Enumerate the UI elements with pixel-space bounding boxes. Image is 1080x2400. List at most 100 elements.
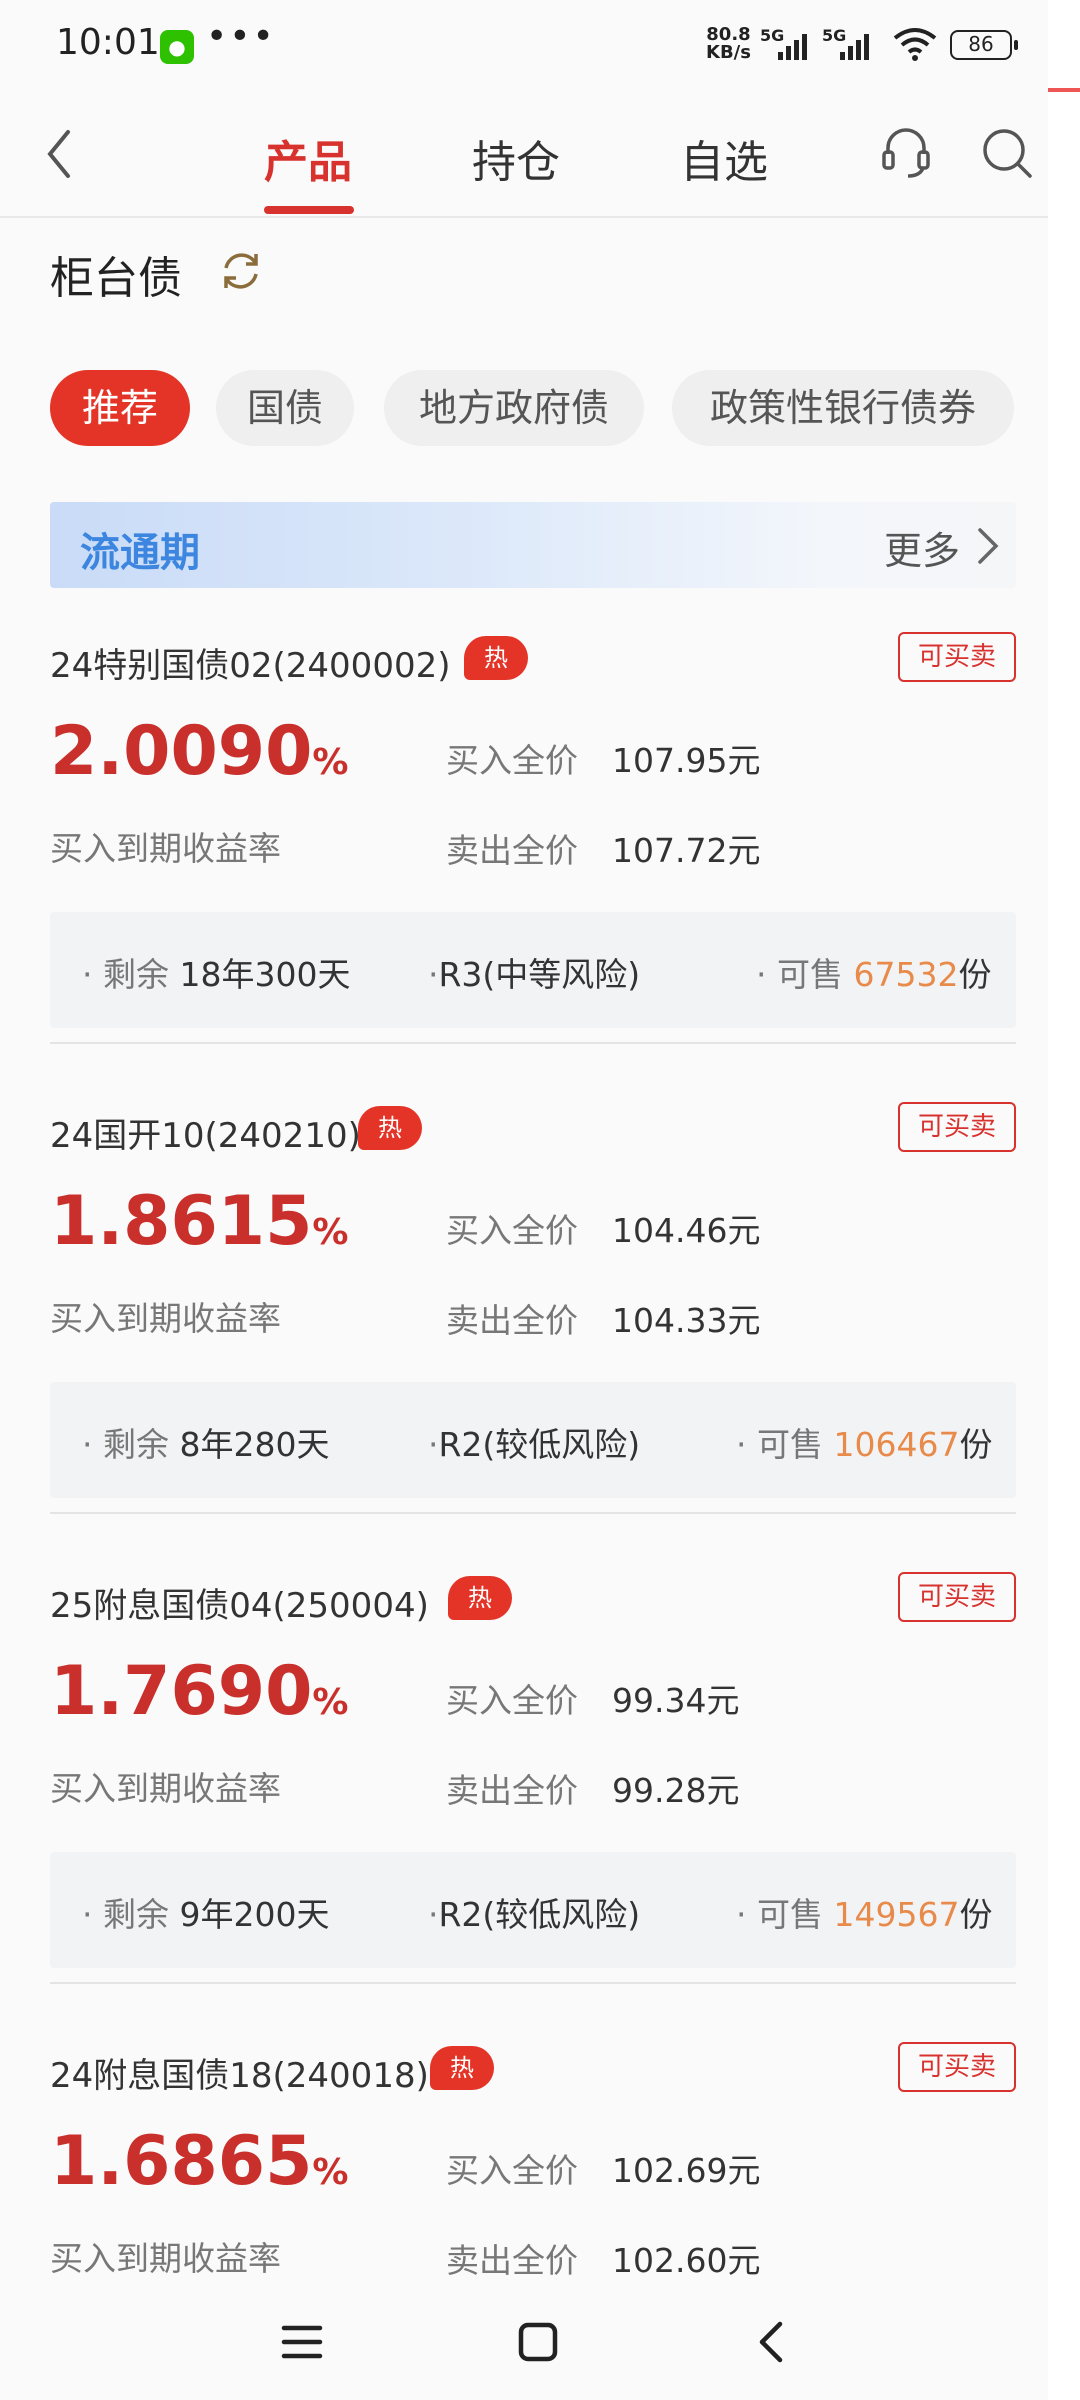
sell-price-value: 107.72元 [612, 831, 761, 870]
chip-local-gov-bond[interactable]: 地方政府债 [384, 370, 644, 446]
available-value: 67532 [853, 955, 959, 994]
active-tab-indicator [264, 206, 354, 214]
search-icon[interactable] [980, 124, 1034, 180]
chip-recommended[interactable]: 推荐 [50, 370, 190, 446]
bond-info-box: · 剩余 18年300天 ·R3(中等风险) · 可售 67532份 [50, 912, 1016, 1028]
risk-level: ·R3(中等风险) [428, 955, 641, 994]
available-amount: · 可售 67532份 [756, 955, 992, 994]
buy-price-label: 买入全价 [446, 741, 578, 780]
available-label: 可售 [776, 955, 843, 994]
bond-name: 25附息国债04(250004) [50, 1586, 429, 1626]
tradeable-badge: 可买卖 [898, 2042, 1016, 2092]
customer-service-icon[interactable] [880, 124, 932, 180]
yield-value: 1.7690% [50, 1652, 348, 1743]
buy-price-value: 99.34元 [612, 1681, 740, 1720]
hot-badge: 热 [358, 1106, 422, 1150]
yield-number: 1.6865 [50, 2122, 313, 2201]
hot-badge: 热 [464, 636, 528, 680]
available-amount: · 可售 106467份 [736, 1425, 993, 1464]
yield-percent: % [312, 2152, 349, 2193]
remaining-label: 剩余 [102, 1895, 169, 1934]
remaining-term: · 剩余 9年200天 [82, 1895, 330, 1934]
yield-percent: % [312, 1212, 349, 1253]
yield-label: 买入到期收益率 [50, 829, 281, 868]
bond-name: 24国开10(240210) [50, 1116, 361, 1156]
remaining-value: 9年200天 [179, 1895, 330, 1934]
yield-number: 1.7690 [50, 1652, 313, 1731]
buy-price-value: 107.95元 [612, 741, 761, 780]
screen: 10:01 ● ••• 80.8 KB/s 5G 5G 86 产品 持仓 自选 … [0, 0, 1048, 2400]
yield-percent: % [312, 742, 349, 783]
share-unit: 份 [959, 1895, 993, 1934]
buy-price-value: 104.46元 [612, 1211, 761, 1250]
divider [50, 1512, 1016, 1514]
remaining-term: · 剩余 18年300天 [82, 955, 351, 994]
available-label: 可售 [756, 1895, 823, 1934]
battery-icon: 86 [950, 30, 1018, 60]
refresh-icon[interactable] [216, 246, 266, 296]
page-title: 柜台债 [50, 253, 182, 304]
menu-icon[interactable] [280, 2320, 324, 2364]
remaining-term: · 剩余 8年280天 [82, 1425, 330, 1464]
edge-indicator [1048, 88, 1080, 92]
risk-level: ·R2(较低风险) [428, 1895, 641, 1934]
risk-value: R3(中等风险) [438, 955, 641, 994]
yield-value: 2.0090% [50, 712, 348, 803]
hot-badge: 热 [430, 2046, 494, 2090]
sell-price-value: 102.60元 [612, 2241, 761, 2280]
yield-value: 1.8615% [50, 1182, 348, 1273]
sell-price-label: 卖出全价 [446, 2241, 578, 2280]
more-link[interactable]: 更多 [884, 520, 960, 575]
yield-label: 买入到期收益率 [50, 1769, 281, 1808]
risk-level: ·R2(较低风险) [428, 1425, 641, 1464]
sell-price-value: 99.28元 [612, 1771, 740, 1810]
yield-number: 2.0090 [50, 712, 313, 791]
available-label: 可售 [756, 1425, 823, 1464]
chevron-right-icon[interactable] [970, 524, 1006, 568]
chip-treasury[interactable]: 国债 [216, 370, 354, 446]
sell-price-label: 卖出全价 [446, 1771, 578, 1810]
available-amount: · 可售 149567份 [736, 1895, 993, 1934]
tab-products[interactable]: 产品 [264, 126, 352, 190]
tab-holdings[interactable]: 持仓 [472, 126, 560, 190]
hot-badge: 热 [448, 1576, 512, 1620]
network-speed: 80.8 KB/s [706, 26, 751, 62]
remaining-value: 8年280天 [179, 1425, 330, 1464]
more-notifications-icon: ••• [206, 16, 276, 57]
available-value: 149567 [833, 1895, 960, 1934]
speed-unit: KB/s [706, 42, 751, 63]
sell-price-label: 卖出全价 [446, 1301, 578, 1340]
share-unit: 份 [959, 1425, 993, 1464]
status-time: 10:01 [56, 22, 160, 63]
chip-policy-bank-bond[interactable]: 政策性银行债券 [672, 370, 1014, 446]
signal-icon-2 [840, 34, 869, 60]
sell-price-value: 104.33元 [612, 1301, 761, 1340]
remaining-value: 18年300天 [179, 955, 351, 994]
divider [50, 1982, 1016, 1984]
top-nav: 产品 持仓 自选 [0, 88, 1048, 218]
remaining-label: 剩余 [102, 955, 169, 994]
remaining-label: 剩余 [102, 1425, 169, 1464]
buy-price-value: 102.69元 [612, 2151, 761, 2190]
status-bar: 10:01 ● ••• 80.8 KB/s 5G 5G 86 [0, 0, 1048, 88]
sell-price-label: 卖出全价 [446, 831, 578, 870]
back-arrow-icon[interactable] [40, 124, 80, 184]
system-nav-bar [0, 2290, 1048, 2400]
share-unit: 份 [958, 955, 992, 994]
buy-price-label: 买入全价 [446, 1211, 578, 1250]
bond-name: 24附息国债18(240018) [50, 2056, 429, 2096]
nav-back-icon[interactable] [750, 2320, 794, 2364]
wifi-icon [893, 28, 937, 61]
yield-number: 1.8615 [50, 1182, 313, 1261]
signal-icon [778, 34, 807, 60]
wechat-icon: ● [160, 30, 194, 64]
tab-watchlist[interactable]: 自选 [680, 126, 768, 190]
tradeable-badge: 可买卖 [898, 1102, 1016, 1152]
buy-price-label: 买入全价 [446, 1681, 578, 1720]
yield-value: 1.6865% [50, 2122, 348, 2213]
yield-label: 买入到期收益率 [50, 2239, 281, 2278]
bond-info-box: · 剩余 9年200天 ·R2(较低风险) · 可售 149567份 [50, 1852, 1016, 1968]
home-icon[interactable] [516, 2320, 560, 2364]
bond-info-box: · 剩余 8年280天 ·R2(较低风险) · 可售 106467份 [50, 1382, 1016, 1498]
tradeable-badge: 可买卖 [898, 632, 1016, 682]
